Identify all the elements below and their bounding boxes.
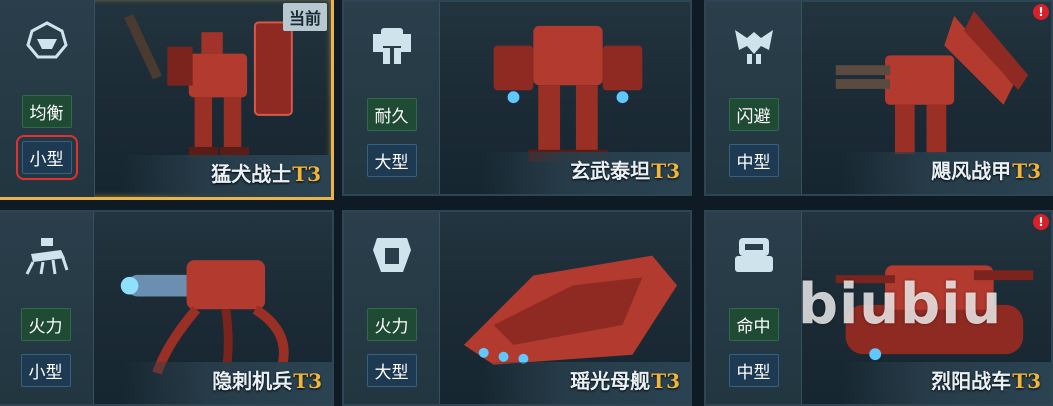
mech-name: 玄武泰坦T3 (570, 159, 680, 183)
mech-card-4[interactable]: 火力 大型 瑶光母舰T3 (342, 210, 692, 406)
winged-mech-image (835, 10, 1029, 155)
heavy-class-icon (372, 28, 411, 64)
ship-class-icon (372, 238, 411, 272)
agile-class-icon (734, 30, 773, 64)
balanced-class-icon (25, 21, 68, 59)
mech-name: 隐刺机兵T3 (212, 369, 322, 393)
mech-name: 飓风战甲T3 (931, 159, 1041, 183)
current-badge: 当前 (282, 3, 327, 31)
mech-name: 烈阳战车T3 (931, 369, 1041, 393)
card-sidebar: 闪避 中型 (706, 2, 802, 194)
mech-card-1[interactable]: 耐久 大型 玄武泰坦T3 (342, 0, 692, 196)
alert-icon: ! (1033, 214, 1049, 230)
size-tag: 中型 (728, 354, 779, 387)
card-sidebar: 火力 大型 (344, 212, 440, 404)
tier-label: T3 (1012, 369, 1041, 393)
spider-mech-image (120, 260, 289, 375)
titan-mech-image (493, 25, 643, 162)
tier-label: T3 (1012, 159, 1041, 183)
mech-card-0[interactable]: 均衡 小型 猛犬战士T3 当前 (0, 0, 334, 200)
role-tag: 耐久 (366, 98, 417, 131)
tier-label: T3 (292, 162, 321, 186)
mech-card-2[interactable]: 闪避 中型 飓风战甲T3 ! (704, 0, 1053, 196)
mech-name: 瑶光母舰T3 (570, 369, 680, 393)
role-tag: 火力 (20, 308, 71, 341)
mothership-image (463, 255, 678, 365)
size-tag: 大型 (366, 354, 417, 387)
tier-label: T3 (651, 369, 680, 393)
size-tag: 中型 (728, 144, 779, 177)
card-sidebar: 火力 小型 (0, 212, 94, 404)
card-sidebar: 耐久 大型 (344, 2, 440, 194)
watermark-text: biubiu (798, 272, 1003, 337)
card-sidebar: 命中 中型 (706, 212, 802, 404)
tank-class-icon (734, 238, 773, 272)
role-tag: 命中 (728, 308, 779, 341)
card-sidebar: 均衡 小型 (0, 0, 95, 197)
tier-label: T3 (651, 159, 680, 183)
size-tag: 大型 (366, 144, 417, 177)
mech-card-3[interactable]: 火力 小型 隐刺机兵T3 (0, 210, 334, 406)
spider-class-icon (25, 238, 68, 275)
alert-icon: ! (1033, 4, 1049, 20)
mech-name: 猛犬战士T3 (211, 162, 321, 186)
role-tag: 火力 (366, 308, 417, 341)
size-tag: 小型 (15, 135, 78, 180)
tier-label: T3 (293, 369, 322, 393)
role-tag: 均衡 (21, 95, 72, 128)
size-tag: 小型 (20, 354, 71, 387)
role-tag: 闪避 (728, 98, 779, 131)
